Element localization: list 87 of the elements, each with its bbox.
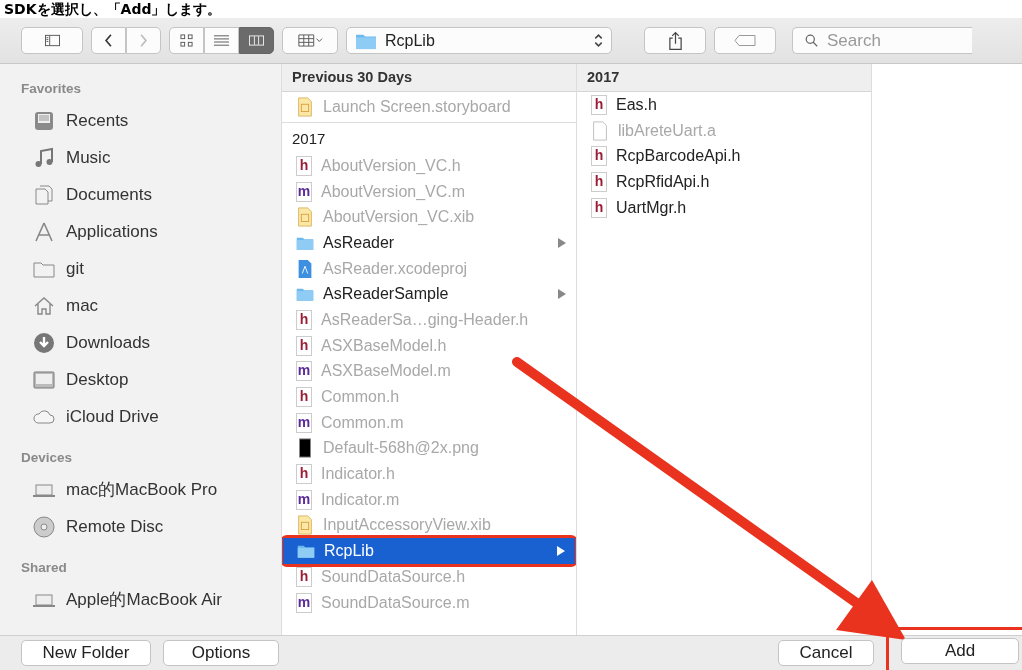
sidebar-icon — [44, 34, 60, 47]
sidebar-item[interactable]: Desktop — [21, 361, 281, 398]
download-icon — [32, 330, 56, 355]
file-row[interactable]: h Indicator.h — [282, 461, 576, 487]
file-icon — [591, 120, 609, 141]
arrange-button[interactable] — [282, 27, 338, 54]
source-file-icon: h — [296, 464, 312, 485]
sidebar-item[interactable]: Music — [21, 139, 281, 176]
file-row[interactable]: m ASXBaseModel.m — [282, 358, 576, 385]
path-popup[interactable]: RcpLib — [346, 27, 612, 54]
file-row[interactable]: RcpLib — [283, 538, 575, 564]
source-file-icon: m — [296, 412, 312, 433]
tag-icon — [734, 34, 756, 47]
sidebar-item[interactable]: mac的MacBook Pro — [21, 471, 281, 508]
arrange-grid-icon — [297, 34, 323, 47]
icon-view-icon — [179, 34, 194, 47]
interface-file-icon — [296, 515, 314, 536]
interface-file-icon — [296, 207, 314, 228]
sidebar-item[interactable]: iCloud Drive — [21, 398, 281, 435]
file-row[interactable]: h AsReaderSa…ging-Header.h — [282, 307, 576, 333]
source-file-icon: m — [296, 361, 312, 382]
file-row[interactable]: h Common.h — [282, 384, 576, 410]
source-file-icon: m — [296, 489, 312, 510]
column-header: 2017 — [577, 64, 871, 92]
column-view-icon — [249, 34, 264, 47]
sidebar-item[interactable]: Recents — [21, 102, 281, 139]
view-mode-button[interactable] — [239, 27, 274, 54]
source-file-icon: h — [591, 94, 607, 115]
search-field[interactable]: Search — [792, 27, 972, 54]
file-row[interactable]: h SoundDataSource.h — [282, 564, 576, 590]
list-view-icon — [214, 34, 229, 47]
file-row[interactable]: h Eas.h — [577, 92, 871, 118]
project-file-icon — [296, 258, 314, 279]
source-file-icon: h — [591, 171, 607, 192]
file-row[interactable]: m AboutVersion_VC.m — [282, 178, 576, 205]
group-label: 2017 — [291, 129, 327, 149]
sidebar-item[interactable]: Applications — [21, 213, 281, 250]
file-row[interactable]: h UartMgr.h — [577, 194, 871, 221]
image-file-icon — [296, 438, 314, 459]
share-button[interactable] — [644, 27, 706, 54]
dialog-button[interactable]: Add — [901, 638, 1019, 664]
file-row[interactable]: h RcpBarcodeApi.h — [577, 143, 871, 170]
file-row[interactable]: AsReader — [282, 230, 576, 256]
sidebar-heading: Favorites — [21, 80, 83, 98]
file-row[interactable]: m Indicator.m — [282, 486, 576, 513]
source-file-icon: m — [296, 181, 312, 202]
caption-text: SDKを選択し、「Add」します。 — [0, 0, 1022, 18]
documents-icon — [32, 182, 56, 207]
source-file-icon: m — [296, 592, 312, 613]
interface-file-icon — [296, 97, 314, 117]
tag-button[interactable] — [714, 27, 776, 54]
disclosure-arrow-icon — [557, 546, 565, 557]
source-file-icon: h — [591, 197, 607, 218]
sidebar-item[interactable]: Downloads — [21, 324, 281, 361]
source-file-icon: h — [296, 155, 312, 176]
sidebar-item[interactable]: Apple的MacBook Air — [21, 581, 281, 618]
file-row[interactable]: m SoundDataSource.m — [282, 589, 576, 616]
sidebar-heading: Shared — [21, 559, 68, 577]
disclosure-arrow-icon — [558, 289, 566, 300]
file-row[interactable]: m Common.m — [282, 409, 576, 436]
file-row[interactable]: h AboutVersion_VC.h — [282, 153, 576, 179]
dialog-button[interactable]: New Folder — [21, 640, 151, 666]
source-file-icon: h — [296, 566, 312, 587]
back-button[interactable] — [91, 27, 126, 54]
sidebar-toggle-button[interactable] — [21, 27, 83, 54]
search-icon — [804, 34, 819, 47]
file-row[interactable]: h ASXBaseModel.h — [282, 332, 576, 359]
view-mode-button[interactable] — [204, 27, 239, 54]
file-row[interactable]: h RcpRfidApi.h — [577, 169, 871, 195]
view-mode-button[interactable] — [169, 27, 204, 54]
sidebar-item[interactable]: git — [21, 250, 281, 287]
dialog-button[interactable]: Cancel — [778, 640, 874, 666]
dialog-button[interactable]: Options — [163, 640, 279, 666]
sidebar-item[interactable]: Documents — [21, 176, 281, 213]
disclosure-arrow-icon — [558, 237, 566, 248]
source-file-icon: h — [296, 387, 312, 408]
source-file-icon: h — [296, 335, 312, 356]
file-row[interactable]: AsReaderSample — [282, 281, 576, 308]
source-file-icon: h — [296, 309, 312, 330]
share-icon — [667, 30, 683, 51]
sidebar-item[interactable]: mac — [21, 287, 281, 324]
disc-icon — [32, 514, 56, 539]
sidebar-item[interactable]: Remote Disc — [21, 508, 281, 545]
column-header: Previous 30 Days — [282, 64, 576, 92]
up-down-arrows-icon — [594, 33, 603, 48]
sidebar-heading: Devices — [21, 449, 74, 467]
source-file-icon: h — [591, 146, 607, 167]
